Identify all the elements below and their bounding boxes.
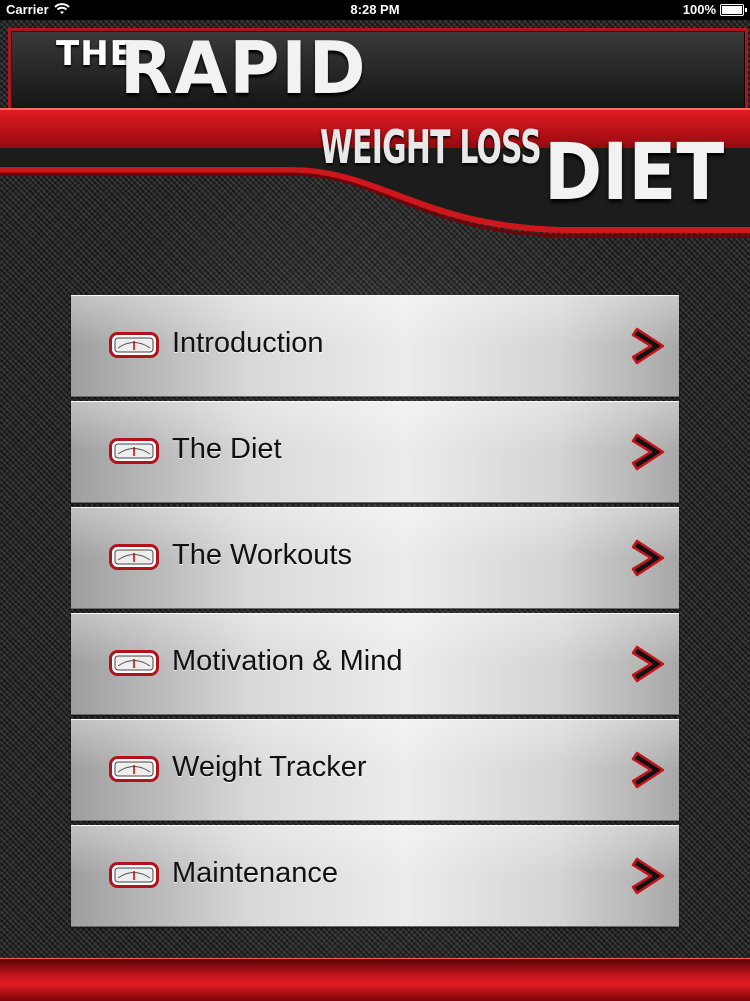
menu-item-label: Introduction: [172, 327, 324, 359]
chevron-right-icon: [631, 750, 669, 790]
scale-icon: [109, 862, 159, 888]
chevron-right-icon: [631, 326, 669, 366]
chevron-right-icon: [631, 856, 669, 896]
menu-item-label: The Workouts: [172, 539, 352, 571]
scale-icon: [109, 650, 159, 676]
scale-icon: [109, 756, 159, 782]
menu-item-label: Motivation & Mind: [172, 645, 403, 677]
menu-item-the-workouts[interactable]: The Workouts: [71, 507, 679, 609]
menu-item-label: Maintenance: [172, 857, 339, 889]
logo-rapid: RAPID: [120, 26, 368, 110]
status-bar: Carrier 8:28 PM 100%: [0, 0, 750, 20]
menu-item-the-diet[interactable]: The Diet: [71, 401, 679, 503]
menu-item-label: The Diet: [172, 433, 282, 465]
app-header: THE RAPID WEIGHT LOSS DIET: [0, 20, 750, 238]
scale-icon: [109, 438, 159, 464]
chevron-right-icon: [631, 538, 669, 578]
menu-item-maintenance[interactable]: Maintenance: [71, 825, 679, 927]
battery-percent: 100%: [682, 2, 716, 17]
logo-diet: DIET: [544, 128, 725, 218]
chevron-right-icon: [631, 644, 669, 684]
scale-icon: [109, 332, 159, 358]
logo-weight-loss: WEIGHT LOSS: [320, 120, 542, 174]
menu-item-motivation-and-mind[interactable]: Motivation & Mind: [71, 613, 679, 715]
menu-item-label: Weight Tracker: [172, 751, 367, 783]
menu-item-weight-tracker[interactable]: Weight Tracker: [71, 719, 679, 821]
battery-icon: [720, 4, 747, 16]
chevron-right-icon: [631, 432, 669, 472]
menu-item-introduction[interactable]: Introduction: [71, 295, 679, 397]
scale-icon: [109, 544, 159, 570]
clock: 8:28 PM: [350, 2, 400, 17]
main-menu: Introduction The Diet The Workouts Motivati…: [71, 295, 679, 931]
footer-red-band: [0, 958, 750, 1001]
